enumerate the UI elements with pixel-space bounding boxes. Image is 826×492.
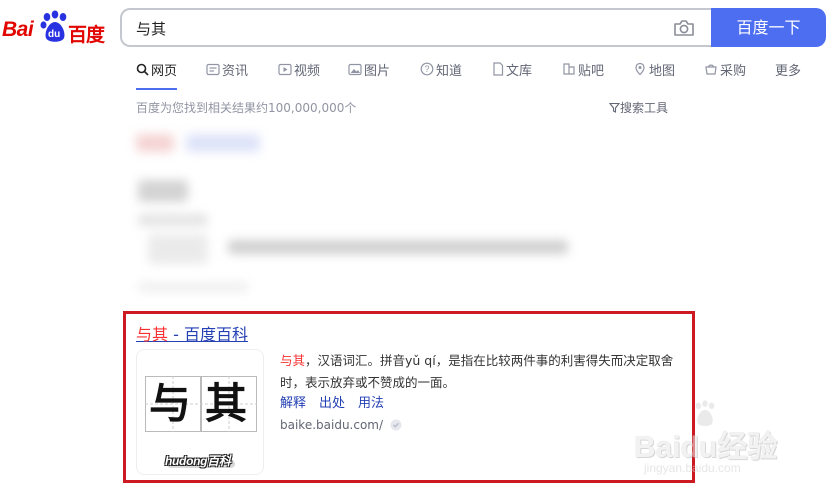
search-tools-label: 搜索工具	[620, 101, 669, 115]
logo-latin: Bai	[2, 18, 34, 41]
watermark-url: jingyan.baidu.com	[644, 461, 741, 475]
search-button[interactable]: 百度一下	[711, 8, 826, 47]
tab-label: 采购	[720, 63, 747, 79]
sub-link-usage[interactable]: 用法	[358, 392, 384, 411]
tab-purchase[interactable]: 采购	[704, 58, 746, 80]
logo-chinese: 百度	[68, 24, 105, 46]
tab-label: 知道	[436, 63, 463, 79]
result-count: 百度为您找到相关结果约100,000,000个	[136, 101, 357, 115]
tab-label: 地图	[649, 63, 676, 79]
source-url: baike.baidu.com/	[280, 418, 384, 432]
thumbnail-char: 与	[149, 379, 192, 428]
camera-icon[interactable]	[673, 18, 695, 38]
tab-tieba[interactable]: 贴吧	[562, 58, 604, 80]
question-icon: ?	[420, 62, 434, 76]
watermark-main: Baidu经验	[634, 431, 778, 464]
tab-label: 图片	[364, 63, 391, 79]
tab-label: 贴吧	[578, 63, 605, 79]
sub-link-source[interactable]: 出处	[319, 392, 345, 411]
tieba-icon	[563, 63, 575, 75]
thumbnail-char: 其	[205, 379, 248, 428]
tab-news[interactable]: 资讯	[206, 58, 248, 80]
baidu-jingyan-watermark: Baidu经验 jingyan.baidu.com	[630, 400, 826, 492]
tab-label: 文库	[506, 63, 533, 79]
tab-label: 网页	[151, 63, 178, 79]
result-sub-links: 解释 出处 用法	[280, 392, 384, 411]
tab-more[interactable]: 更多	[775, 58, 801, 80]
tab-webpage[interactable]: 网页	[136, 58, 178, 90]
tab-map[interactable]: 地图	[633, 58, 675, 80]
tab-label: 视频	[294, 63, 321, 79]
tab-label: 更多	[775, 63, 802, 79]
search-icon	[136, 63, 149, 76]
image-icon	[348, 63, 362, 75]
result-source[interactable]: baike.baidu.com/	[280, 418, 403, 432]
blurred-region	[128, 122, 698, 302]
tab-images[interactable]: 图片	[348, 58, 390, 80]
svg-text:?: ?	[424, 64, 429, 74]
video-icon	[278, 63, 292, 75]
logo-du: du	[48, 29, 61, 40]
search-input[interactable]	[136, 19, 656, 37]
search-tools-button[interactable]: 搜索工具	[609, 99, 668, 116]
title-keyword: 与其	[136, 325, 169, 344]
baidu-logo[interactable]: Bai du 百度	[2, 10, 106, 46]
basket-icon	[705, 64, 717, 75]
map-pin-icon	[635, 62, 645, 76]
result-title-link[interactable]: 与其 - 百度百科	[136, 321, 248, 345]
filter-icon	[609, 102, 620, 113]
hudong-brand: hudong百科	[165, 454, 231, 468]
tab-wenku[interactable]: 文库	[492, 58, 532, 80]
sub-link-explanation[interactable]: 解释	[280, 392, 306, 411]
result-abstract: 与其，汉语词汇。拼音yǔ qí，是指在比较两件事的利害得失而决定取舍时，表示放弃…	[280, 350, 690, 394]
tab-label: 资讯	[222, 63, 249, 79]
tab-video[interactable]: 视频	[278, 58, 320, 80]
news-icon	[206, 63, 220, 75]
result-thumbnail[interactable]: 与 其 hudong百科	[136, 349, 264, 475]
tab-zhidao[interactable]: ? 知道	[420, 58, 462, 80]
title-rest: - 百度百科	[168, 325, 248, 344]
search-box	[120, 8, 714, 47]
abstract-keyword: 与其	[280, 353, 306, 368]
shield-icon	[390, 419, 402, 431]
document-icon	[493, 62, 504, 76]
abstract-text: ，汉语词汇。拼音yǔ qí，是指在比较两件事的利害得失而决定取舍时，表示放弃或不…	[280, 353, 674, 390]
